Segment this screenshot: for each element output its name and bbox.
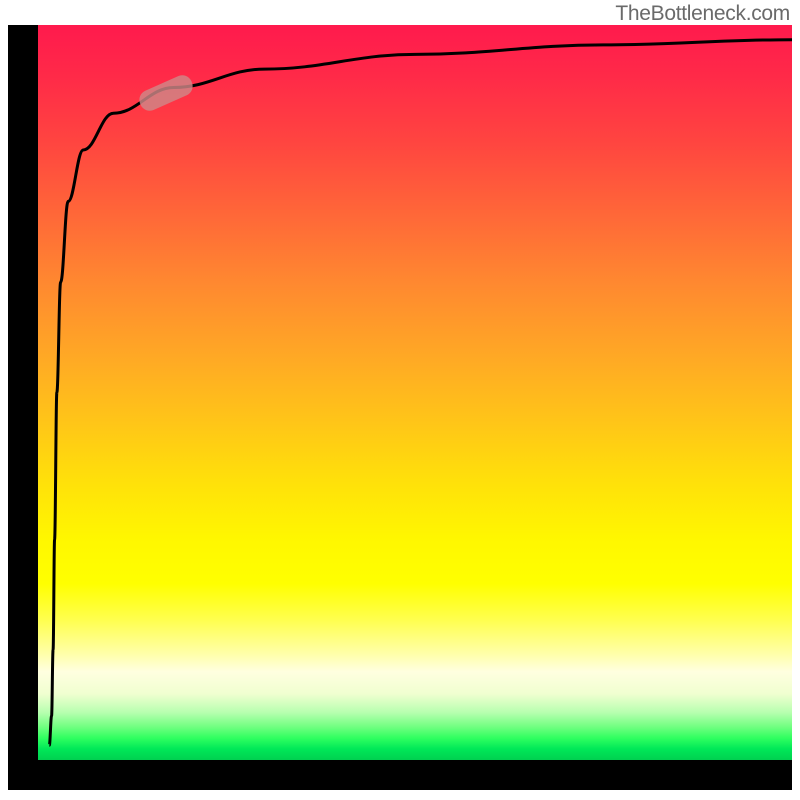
curve-line [38, 25, 792, 760]
watermark-text: TheBottleneck.com [615, 2, 790, 26]
chart-container [8, 25, 792, 790]
plot-area [38, 25, 792, 760]
y-axis-bar [8, 25, 38, 790]
curve-marker [136, 72, 196, 114]
x-axis-bar [8, 760, 792, 790]
